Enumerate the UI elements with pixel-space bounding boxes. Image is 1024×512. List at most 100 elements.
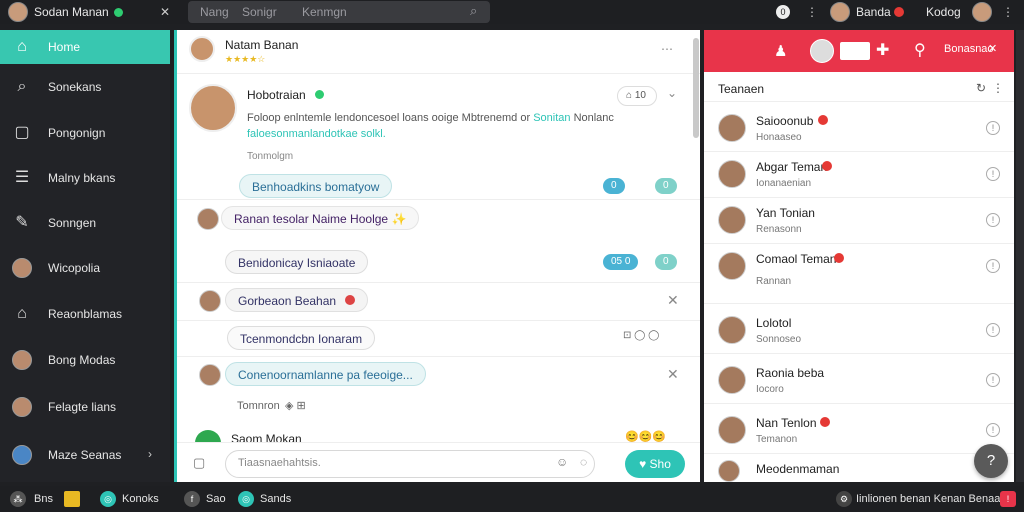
post-body-line2[interactable]: faloesonmanlandotkae solkl.: [247, 128, 386, 140]
search-bar[interactable]: Nang Sonigr Kenmgn ⌕: [188, 1, 490, 23]
tag-badge: 0: [655, 254, 677, 270]
add-icon[interactable]: ✚: [876, 40, 889, 60]
user-avatar[interactable]: [8, 2, 28, 22]
info-icon[interactable]: !: [986, 373, 1000, 387]
close-icon[interactable]: ✕: [160, 5, 170, 19]
status-badge: [820, 417, 830, 427]
message-bubble-4[interactable]: Gorbeaon Beahan: [225, 288, 369, 312]
sidebar-item-contact-3[interactable]: Felagte lians: [0, 390, 170, 424]
sidebar-item-pages[interactable]: ▢ Pongonign: [0, 116, 170, 150]
send-button[interactable]: ♥ Sho: [625, 450, 685, 478]
bottom-item-4[interactable]: Sands: [260, 493, 291, 505]
contact-item[interactable]: Raonia beba Iocoro !: [704, 358, 1014, 404]
header-action[interactable]: Bonasnao: [944, 43, 994, 55]
search-tab-1[interactable]: Sonigr: [242, 5, 277, 19]
more-vertical-icon-2[interactable]: ⋮: [1002, 5, 1014, 19]
flag-icon[interactable]: [840, 42, 870, 60]
gif-icon[interactable]: ◌: [580, 455, 587, 469]
search-tab-2[interactable]: Kenmgn: [302, 5, 347, 19]
group-avatar[interactable]: [189, 36, 215, 62]
contact-item[interactable]: Abgar Teman Ionanaenian !: [704, 152, 1014, 198]
reaction-icons[interactable]: ⊡ ◯ ◯: [623, 330, 659, 341]
sidebar-item-contact-2[interactable]: Bong Modas: [0, 343, 170, 377]
contact-name: Comaol Teman: [756, 252, 837, 266]
sidebar-item-label: Sonekans: [48, 80, 102, 94]
contact-item[interactable]: Nan Tenlon Temanon !: [704, 408, 1014, 454]
message-bubble[interactable]: Conenoornamlanne pa feeoige...: [225, 362, 426, 386]
sidebar-item-edit[interactable]: ✎ Sonngen: [0, 206, 170, 240]
message-input[interactable]: Tiaasnaehahtsis. ☺ ◌: [225, 450, 595, 478]
post-author-avatar[interactable]: [189, 84, 237, 132]
badge-button[interactable]: ⌂ 10: [617, 86, 657, 106]
contacts-title: Teanaen: [718, 82, 765, 96]
app-icon[interactable]: ◎: [238, 491, 254, 507]
sidebar-item-contact-4[interactable]: Maze Seanas ›: [0, 438, 170, 472]
info-icon[interactable]: !: [986, 213, 1000, 227]
post-link[interactable]: Sonitan: [533, 112, 570, 124]
sidebar-item-activity[interactable]: ☰ Malny bkans: [0, 161, 170, 195]
contact-sub: Temanon: [756, 434, 798, 445]
alert-icon[interactable]: [894, 7, 904, 17]
bottom-item-2[interactable]: Konoks: [122, 493, 159, 505]
message-bubble[interactable]: Tcenmondcbn Ionaram: [227, 326, 376, 350]
sender-avatar[interactable]: [199, 364, 221, 386]
user-icon[interactable]: ♟: [774, 42, 787, 60]
bottom-item-3[interactable]: Sao: [206, 493, 226, 505]
contact-item[interactable]: Saiooonub Honaaseo !: [704, 106, 1014, 152]
emoji-icon[interactable]: ☺: [556, 455, 568, 469]
message-bubble[interactable]: Benhoadkins bomatyow: [239, 174, 393, 198]
right-avatar[interactable]: [830, 2, 850, 22]
message-bubble-2[interactable]: Ranan tesolar Naime Hoolge ✨: [221, 206, 420, 230]
close-icon[interactable]: ✕: [988, 42, 997, 55]
profile-avatar[interactable]: [972, 2, 992, 22]
right-label: Kodog: [926, 5, 961, 19]
more-vertical-icon[interactable]: ⋮: [992, 81, 1004, 95]
contact-name: Meodenmaman: [756, 462, 840, 476]
contact-item[interactable]: Lolotol Sonnoseo !: [704, 308, 1014, 354]
attach-icon[interactable]: ▢: [193, 455, 205, 471]
avatar: [718, 416, 746, 444]
chevron-down-icon[interactable]: ⌄: [667, 86, 677, 100]
close-icon[interactable]: ✕: [667, 292, 679, 309]
grid-icon[interactable]: ⁂: [10, 491, 26, 507]
sidebar-item-label: Home: [48, 40, 81, 54]
refresh-icon[interactable]: ↻: [976, 81, 986, 95]
close-icon[interactable]: ✕: [667, 366, 679, 383]
sender-avatar[interactable]: [199, 290, 221, 312]
search-user-icon[interactable]: ⚲: [914, 40, 926, 60]
chat-icon[interactable]: ◎: [100, 491, 116, 507]
bottom-item-1[interactable]: Bns: [34, 493, 53, 505]
sidebar-item-search[interactable]: ⌕ Sonekans: [0, 70, 170, 104]
search-icon[interactable]: ⌕: [470, 3, 477, 19]
settings-icon[interactable]: ⚙: [836, 491, 852, 507]
info-icon[interactable]: !: [986, 259, 1000, 273]
info-icon[interactable]: !: [986, 423, 1000, 437]
contact-item[interactable]: Meodenmaman: [704, 456, 1014, 482]
info-icon[interactable]: !: [986, 167, 1000, 181]
sender-avatar[interactable]: [197, 208, 219, 230]
avatar[interactable]: [810, 39, 834, 63]
contacts-scrollbar[interactable]: [1016, 30, 1024, 482]
sidebar-item-contact-1[interactable]: Wicopolia: [0, 251, 170, 285]
info-icon[interactable]: !: [986, 323, 1000, 337]
contact-sub: Sonnoseo: [756, 334, 802, 345]
notification-icon[interactable]: 0: [776, 5, 790, 19]
bottom-status: Iinlionen benan Kenan Benaan: [856, 493, 1007, 505]
sidebar-item-store[interactable]: ⌂ Reaonblamas: [0, 297, 170, 331]
contact-sub: Honaaseo: [756, 132, 802, 143]
help-fab-button[interactable]: ?: [974, 444, 1008, 478]
post-body-end: Nonlanc: [573, 112, 614, 124]
notification-badge-icon[interactable]: !: [1000, 491, 1016, 507]
info-icon[interactable]: !: [986, 121, 1000, 135]
sidebar-item-home[interactable]: ⌂ Home: [0, 30, 170, 64]
message-bubble[interactable]: Benidonicay Isniaoate: [225, 250, 369, 274]
post-body-text: Foloop enlntemle lendoncesoel loans ooig…: [247, 112, 531, 124]
attachment-icons[interactable]: ◈ ⊞: [285, 399, 306, 412]
folder-icon[interactable]: [64, 491, 80, 507]
contact-item[interactable]: Yan Tonian Renasonn !: [704, 198, 1014, 244]
more-horizontal-icon[interactable]: ⋯: [661, 42, 673, 56]
facebook-icon[interactable]: f: [184, 491, 200, 507]
more-vertical-icon[interactable]: ⋮: [806, 5, 818, 19]
home-icon: ⌂: [17, 38, 27, 55]
contact-item[interactable]: Comaol Teman Rannan !: [704, 244, 1014, 304]
